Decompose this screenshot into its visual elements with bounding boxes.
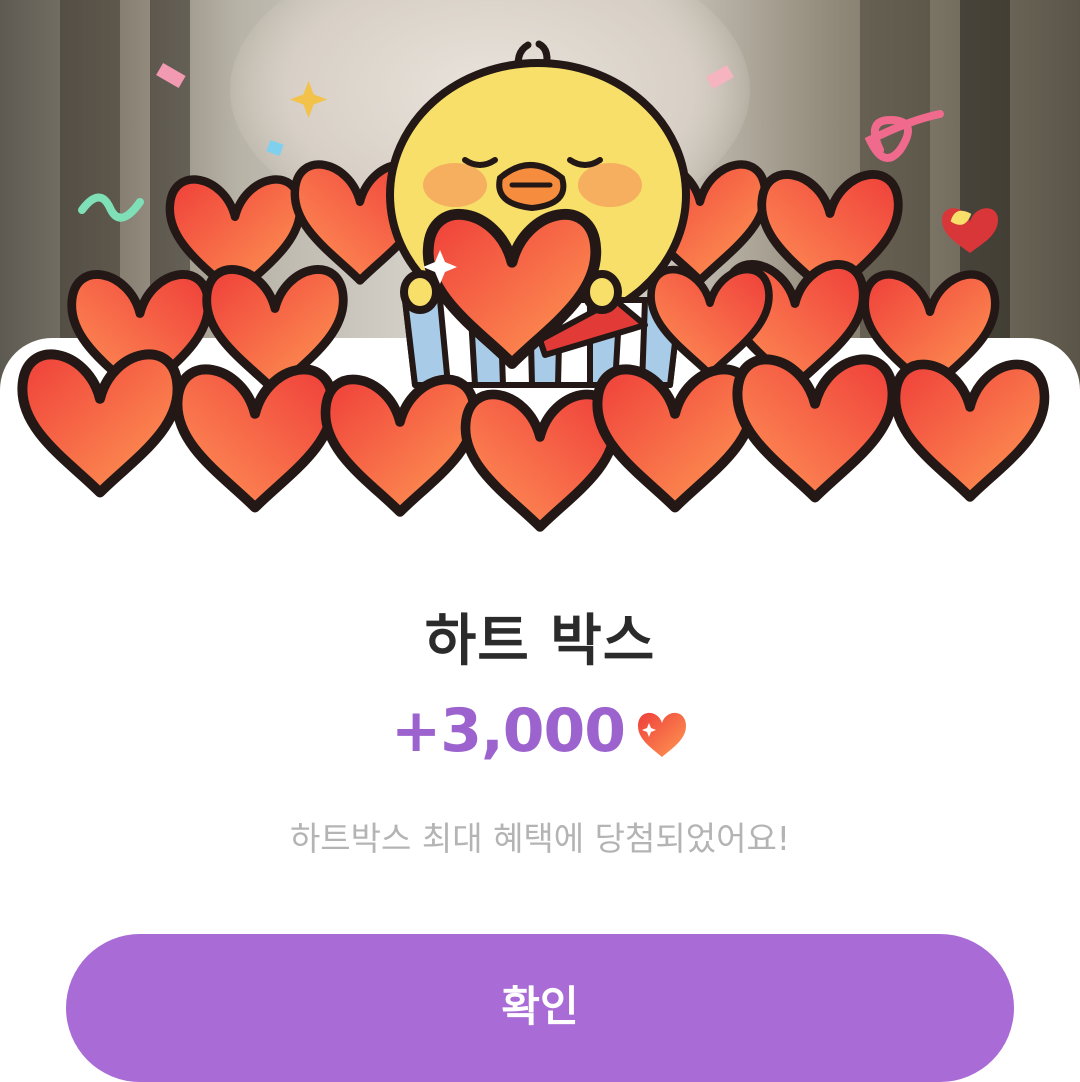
reward-amount-row: +3,000 — [0, 696, 1080, 766]
confirm-button[interactable]: 확인 — [66, 934, 1014, 1082]
confirm-button-label: 확인 — [501, 982, 579, 1031]
small-heart-decoration — [942, 208, 998, 253]
reward-description: 하트박스 최대 혜택에 당첨되었어요! — [289, 819, 791, 858]
heart-box-illustration — [0, 40, 1080, 560]
reward-title: 하트 박스 — [424, 609, 656, 674]
heart-icon — [638, 712, 687, 757]
reward-amount: +3,000 — [390, 696, 626, 766]
